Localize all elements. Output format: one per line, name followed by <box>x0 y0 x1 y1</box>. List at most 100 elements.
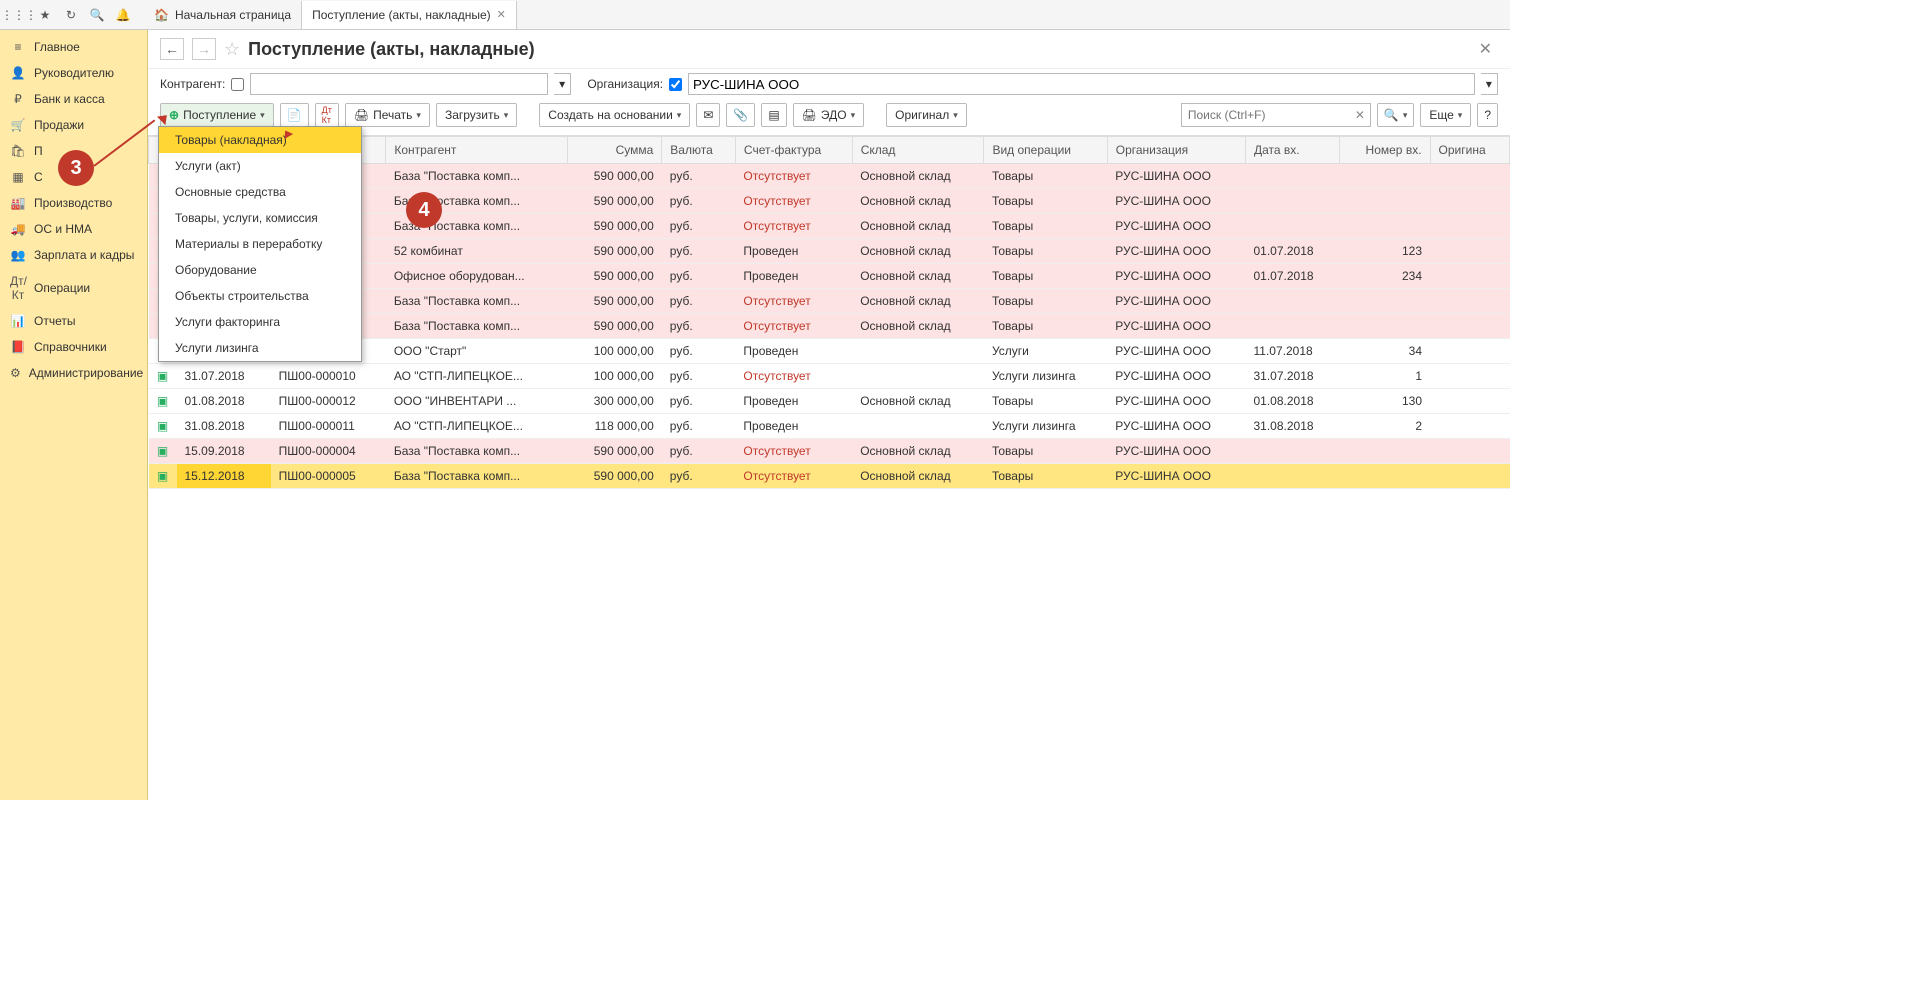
col-header[interactable]: Валюта <box>662 137 736 164</box>
apps-icon[interactable]: ⋮⋮⋮ <box>6 2 32 28</box>
create-based-button[interactable]: Создать на основании ▾ <box>539 103 690 127</box>
envelope-button[interactable]: ✉ <box>696 103 720 127</box>
attach-button[interactable]: 📎 <box>726 103 755 127</box>
sidebar-item-11[interactable]: 📕Справочники <box>0 334 147 360</box>
more-button[interactable]: Еще ▾ <box>1420 103 1471 127</box>
search-box[interactable]: ✕ <box>1181 103 1371 127</box>
close-main-icon[interactable]: ✕ <box>1473 39 1498 59</box>
bell-icon[interactable]: 🔔 <box>110 2 136 28</box>
cell-cp: ООО "ИНВЕНТАРИ ... <box>386 389 568 414</box>
favorite-icon[interactable]: ☆ <box>224 39 240 60</box>
sidebar-item-10[interactable]: 📊Отчеты <box>0 308 147 334</box>
org-input[interactable] <box>688 73 1475 95</box>
tab-receipts[interactable]: Поступление (акты, накладные) ✕ <box>302 1 517 29</box>
table-row[interactable]: ▣31.08.2018ПШ00-000011АО "СТП-ЛИПЕЦКОЕ..… <box>149 414 1510 439</box>
table-row[interactable]: ▣15.12.2018ПШ00-000005База "Поставка ком… <box>149 464 1510 489</box>
cell-sum: 590 000,00 <box>568 239 662 264</box>
home-icon: 🏠 <box>154 8 169 22</box>
copy-button[interactable]: 📄 <box>280 103 309 127</box>
sidebar-item-1[interactable]: 👤Руководителю <box>0 60 147 86</box>
sidebar-item-9[interactable]: Дт/КтОперации <box>0 268 147 308</box>
col-header[interactable]: Номер вх. <box>1340 137 1430 164</box>
col-header[interactable]: Счет-фактура <box>735 137 852 164</box>
sidebar-item-3[interactable]: 🛒Продажи <box>0 112 147 138</box>
help-button[interactable]: ? <box>1477 103 1498 127</box>
nav-back[interactable]: ← <box>160 38 184 60</box>
cell-num-in <box>1340 214 1430 239</box>
table-row[interactable]: ▣01.08.2018ПШ00-000012ООО "ИНВЕНТАРИ ...… <box>149 389 1510 414</box>
menu-item[interactable]: Услуги лизинга <box>159 335 361 361</box>
sidebar-item-0[interactable]: ≡Главное <box>0 34 147 60</box>
counterparty-dropdown[interactable]: ▾ <box>554 73 571 95</box>
doc-icon: ▣ <box>157 444 168 458</box>
menu-item[interactable]: Оборудование <box>159 257 361 283</box>
caret-icon: ▾ <box>504 110 509 121</box>
search-icon[interactable]: 🔍 <box>84 2 110 28</box>
cell-sum: 590 000,00 <box>568 264 662 289</box>
menu-item[interactable]: Услуги (акт) <box>159 153 361 179</box>
col-header[interactable]: Вид операции <box>984 137 1107 164</box>
sidebar-label: Продажи <box>34 118 84 132</box>
col-header[interactable]: Сумма <box>568 137 662 164</box>
sidebar-item-7[interactable]: 🚚ОС и НМА <box>0 216 147 242</box>
help-icon: ? <box>1484 108 1491 122</box>
cell-orig <box>1430 464 1509 489</box>
col-header[interactable]: Контрагент <box>386 137 568 164</box>
tab-strip: 🏠 Начальная страница Поступление (акты, … <box>144 0 517 29</box>
sidebar-item-2[interactable]: ₽Банк и касса <box>0 86 147 112</box>
cell-invoice: Отсутствует <box>735 364 852 389</box>
cell-invoice: Отсутствует <box>735 439 852 464</box>
cell-org: РУС-ШИНА ООО <box>1107 389 1245 414</box>
sidebar-item-12[interactable]: ⚙Администрирование <box>0 360 147 386</box>
doc-icon: ▣ <box>157 469 168 483</box>
cell-number: ПШ00-000005 <box>271 464 386 489</box>
col-header[interactable]: Склад <box>852 137 984 164</box>
load-button[interactable]: Загрузить ▾ <box>436 103 517 127</box>
cell-org: РУС-ШИНА ООО <box>1107 314 1245 339</box>
history-icon[interactable]: ↻ <box>58 2 84 28</box>
doc-icon: ▣ <box>157 394 168 408</box>
dtdkt-button[interactable]: ДтКт <box>315 103 339 127</box>
col-header[interactable]: Дата вх. <box>1246 137 1340 164</box>
print-button[interactable]: 🖨 Печать ▾ <box>345 103 430 127</box>
cell-org: РУС-ШИНА ООО <box>1107 289 1245 314</box>
org-dropdown[interactable]: ▾ <box>1481 73 1498 95</box>
receipt-button[interactable]: ⊕ Поступление ▾ <box>160 103 274 127</box>
sidebar-item-6[interactable]: 🏭Производство <box>0 190 147 216</box>
cell-sum: 100 000,00 <box>568 339 662 364</box>
menu-item[interactable]: Объекты строительства <box>159 283 361 309</box>
cell-store: Основной склад <box>852 389 984 414</box>
menu-item[interactable]: Основные средства <box>159 179 361 205</box>
sidebar-item-8[interactable]: 👥Зарплата и кадры <box>0 242 147 268</box>
cell-cp: ООО "Старт" <box>386 339 568 364</box>
table-row[interactable]: ▣15.09.2018ПШ00-000004База "Поставка ком… <box>149 439 1510 464</box>
clear-icon[interactable]: ✕ <box>1349 108 1371 122</box>
col-header[interactable]: Оригина <box>1430 137 1509 164</box>
nav-forward[interactable]: → <box>192 38 216 60</box>
menu-item[interactable]: Товары, услуги, комиссия <box>159 205 361 231</box>
edo-button[interactable]: 🖨 ЭДО ▾ <box>793 103 864 127</box>
cell-op: Товары <box>984 164 1107 189</box>
tab-home[interactable]: 🏠 Начальная страница <box>144 1 302 29</box>
menu-item[interactable]: Услуги факторинга <box>159 309 361 335</box>
counterparty-input[interactable] <box>250 73 548 95</box>
table-row[interactable]: ▣31.07.2018ПШ00-000010АО "СТП-ЛИПЕЦКОЕ..… <box>149 364 1510 389</box>
menu-item[interactable]: Материалы в переработку <box>159 231 361 257</box>
close-icon[interactable]: ✕ <box>497 8 506 21</box>
star-icon[interactable]: ★ <box>32 2 58 28</box>
cell-sum: 590 000,00 <box>568 189 662 214</box>
search-menu-button[interactable]: 🔍▾ <box>1377 103 1414 127</box>
cell-op: Товары <box>984 439 1107 464</box>
callout-3: 3 <box>58 150 94 186</box>
caret-icon: ▾ <box>416 110 421 121</box>
menu-item[interactable]: Товары (накладная) <box>159 127 361 153</box>
org-checkbox[interactable] <box>669 78 682 91</box>
counterparty-checkbox[interactable] <box>231 78 244 91</box>
original-button[interactable]: Оригинал ▾ <box>886 103 967 127</box>
cell-store: Основной склад <box>852 314 984 339</box>
cell-cur: руб. <box>662 339 736 364</box>
col-header[interactable]: Организация <box>1107 137 1245 164</box>
search-input[interactable] <box>1182 108 1349 122</box>
list-button[interactable]: ▤ <box>761 103 786 127</box>
caret-icon: ▾ <box>1458 110 1463 121</box>
